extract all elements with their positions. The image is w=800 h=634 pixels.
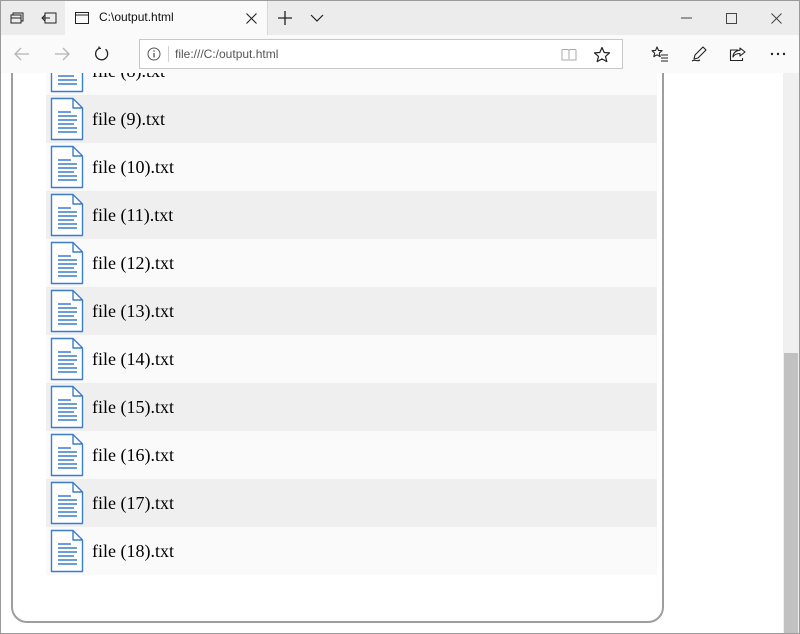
file-name: file (16).txt	[92, 444, 174, 465]
refresh-icon[interactable]	[85, 38, 119, 70]
tabs-aside-icon[interactable]	[1, 1, 33, 35]
chevron-down-icon[interactable]	[301, 1, 333, 35]
file-name: file (8).txt	[92, 73, 165, 82]
minimize-icon[interactable]	[663, 1, 709, 35]
page-icon	[75, 11, 89, 29]
text-file-icon	[50, 288, 86, 334]
text-file-icon	[50, 528, 86, 574]
arrow-left-icon[interactable]	[5, 38, 39, 70]
file-name: file (12).txt	[92, 252, 174, 273]
address-url[interactable]: file:///C:/output.html	[175, 47, 278, 61]
list-item[interactable]: file (10).txt	[46, 143, 657, 191]
arrow-right-icon[interactable]	[45, 38, 79, 70]
file-name: file (15).txt	[92, 396, 174, 417]
favorites-list-icon[interactable]	[643, 38, 677, 70]
navigation-bar: file:///C:/output.html	[1, 35, 799, 74]
file-name: file (17).txt	[92, 492, 174, 513]
list-item[interactable]: file (18).txt	[46, 527, 657, 575]
file-name: file (10).txt	[92, 156, 174, 177]
file-list-panel: file (8).txt file (9).txt file (10).txt fil…	[11, 73, 664, 623]
tab-bar: C:\output.html	[1, 1, 799, 35]
list-item[interactable]: file (13).txt	[46, 287, 657, 335]
file-name: file (14).txt	[92, 348, 174, 369]
book-icon[interactable]	[560, 46, 578, 64]
browser-window: C:\output.html file:///C:/output.html fi…	[0, 0, 800, 634]
text-file-icon	[50, 192, 86, 238]
text-file-icon	[50, 240, 86, 286]
list-item[interactable]: file (8).txt	[46, 73, 657, 95]
list-item[interactable]: file (14).txt	[46, 335, 657, 383]
close-icon[interactable]	[753, 1, 799, 35]
tab-title: C:\output.html	[99, 10, 174, 24]
maximize-icon[interactable]	[708, 1, 754, 35]
list-item[interactable]: file (9).txt	[46, 95, 657, 143]
share-icon[interactable]	[721, 38, 755, 70]
list-item[interactable]: file (17).txt	[46, 479, 657, 527]
more-icon[interactable]	[761, 38, 795, 70]
file-name: file (9).txt	[92, 108, 165, 129]
address-divider	[168, 46, 169, 62]
file-name: file (18).txt	[92, 540, 174, 561]
text-file-icon	[50, 432, 86, 478]
list-item[interactable]: file (16).txt	[46, 431, 657, 479]
address-bar[interactable]: file:///C:/output.html	[139, 39, 623, 69]
vertical-scrollbar[interactable]	[783, 73, 799, 633]
set-aside-icon[interactable]	[33, 1, 65, 35]
scrollbar-thumb[interactable]	[784, 353, 798, 633]
info-icon[interactable]	[146, 46, 162, 62]
file-name: file (13).txt	[92, 300, 174, 321]
list-item[interactable]: file (15).txt	[46, 383, 657, 431]
text-file-icon	[50, 96, 86, 142]
text-file-icon	[50, 73, 86, 94]
file-list: file (8).txt file (9).txt file (10).txt fil…	[46, 73, 657, 575]
list-item[interactable]: file (12).txt	[46, 239, 657, 287]
list-item[interactable]: file (11).txt	[46, 191, 657, 239]
text-file-icon	[50, 480, 86, 526]
page-content: file (8).txt file (9).txt file (10).txt fil…	[1, 73, 783, 633]
text-file-icon	[50, 336, 86, 382]
text-file-icon	[50, 384, 86, 430]
star-icon[interactable]	[592, 45, 612, 65]
close-icon[interactable]	[243, 10, 259, 26]
tab-active[interactable]: C:\output.html	[65, 1, 268, 35]
pen-icon[interactable]	[683, 38, 717, 70]
text-file-icon	[50, 144, 86, 190]
file-name: file (11).txt	[92, 204, 174, 225]
plus-icon[interactable]	[269, 1, 301, 35]
